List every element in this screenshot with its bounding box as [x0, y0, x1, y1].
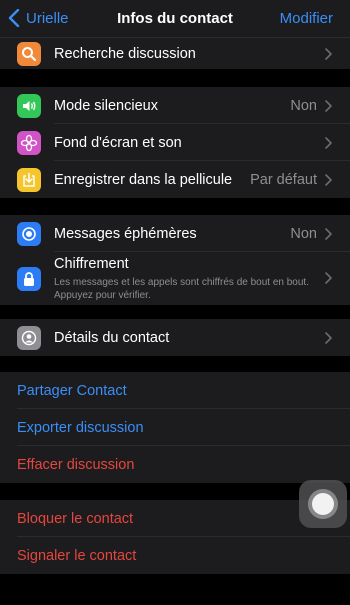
wallpaper-sound-row[interactable]: Fond d'écran et son	[0, 124, 350, 161]
ephemeral-messages-label: Messages éphémères	[54, 225, 197, 242]
block-contact-row[interactable]: Bloquer le contact	[0, 500, 350, 537]
report-contact-row[interactable]: Signaler le contact	[0, 537, 350, 574]
wallpaper-sound-label: Fond d'écran et son	[54, 134, 182, 151]
save-to-camera-roll-row[interactable]: Enregistrer dans la pellicule Par défaut	[0, 161, 350, 198]
encryption-description: Les messages et les appels sont chiffrés…	[54, 277, 309, 301]
ephemeral-messages-row[interactable]: Messages éphémères Non	[0, 215, 350, 252]
chevron-right-icon	[325, 47, 332, 60]
mute-row[interactable]: Mode silencieux Non	[0, 87, 350, 124]
chevron-right-icon	[325, 272, 332, 284]
chevron-right-icon	[325, 99, 332, 112]
chevron-right-icon	[325, 227, 332, 240]
actions-group: Partager Contact Exporter discussion Eff…	[0, 372, 350, 483]
chevron-right-icon	[325, 136, 332, 149]
speaker-icon	[17, 93, 41, 118]
export-chat-row[interactable]: Exporter discussion	[0, 409, 350, 446]
contact-details-row[interactable]: Détails du contact	[0, 319, 350, 356]
settings-group: Mode silencieux Non Fond d'écran et son …	[0, 87, 350, 198]
export-chat-button[interactable]: Exporter discussion	[17, 420, 144, 436]
mute-value: Non	[290, 97, 317, 114]
contact-details-group: Détails du contact	[0, 319, 350, 356]
back-button[interactable]: Urielle	[8, 9, 69, 27]
report-contact-button[interactable]: Signaler le contact	[17, 548, 136, 564]
flower-icon	[17, 130, 41, 155]
save-icon	[17, 167, 41, 192]
clear-chat-button[interactable]: Effacer discussion	[17, 457, 134, 473]
chevron-right-icon	[325, 173, 332, 186]
ephemeral-messages-value: Non	[290, 225, 317, 242]
share-contact-button[interactable]: Partager Contact	[17, 383, 127, 399]
contact-icon	[17, 325, 41, 350]
clear-chat-row[interactable]: Effacer discussion	[0, 446, 350, 483]
privacy-group: Messages éphémères Non Chiffrement Les m…	[0, 215, 350, 305]
lock-icon	[17, 267, 41, 291]
search-chat-label: Recherche discussion	[54, 45, 196, 62]
back-label: Urielle	[26, 9, 69, 27]
navigation-bar: Urielle Infos du contact Modifier	[0, 0, 350, 38]
mute-label: Mode silencieux	[54, 97, 158, 114]
save-to-camera-roll-value: Par défaut	[250, 171, 317, 188]
search-chat-row[interactable]: Recherche discussion	[0, 38, 350, 69]
contact-details-label: Détails du contact	[54, 329, 170, 346]
timer-icon	[17, 221, 41, 246]
block-contact-button[interactable]: Bloquer le contact	[17, 511, 133, 527]
search-icon	[17, 41, 41, 66]
chevron-right-icon	[325, 331, 332, 344]
save-to-camera-roll-label: Enregistrer dans la pellicule	[54, 171, 233, 188]
chevron-left-icon	[8, 9, 20, 27]
encryption-label: Chiffrement	[54, 256, 129, 272]
danger-group: Bloquer le contact Signaler le contact	[0, 500, 350, 574]
edit-button[interactable]: Modifier	[280, 10, 333, 27]
share-contact-row[interactable]: Partager Contact	[0, 372, 350, 409]
search-group: Recherche discussion	[0, 38, 350, 69]
assistive-touch-button[interactable]	[299, 480, 347, 528]
encryption-row[interactable]: Chiffrement Les messages et les appels s…	[0, 252, 350, 305]
